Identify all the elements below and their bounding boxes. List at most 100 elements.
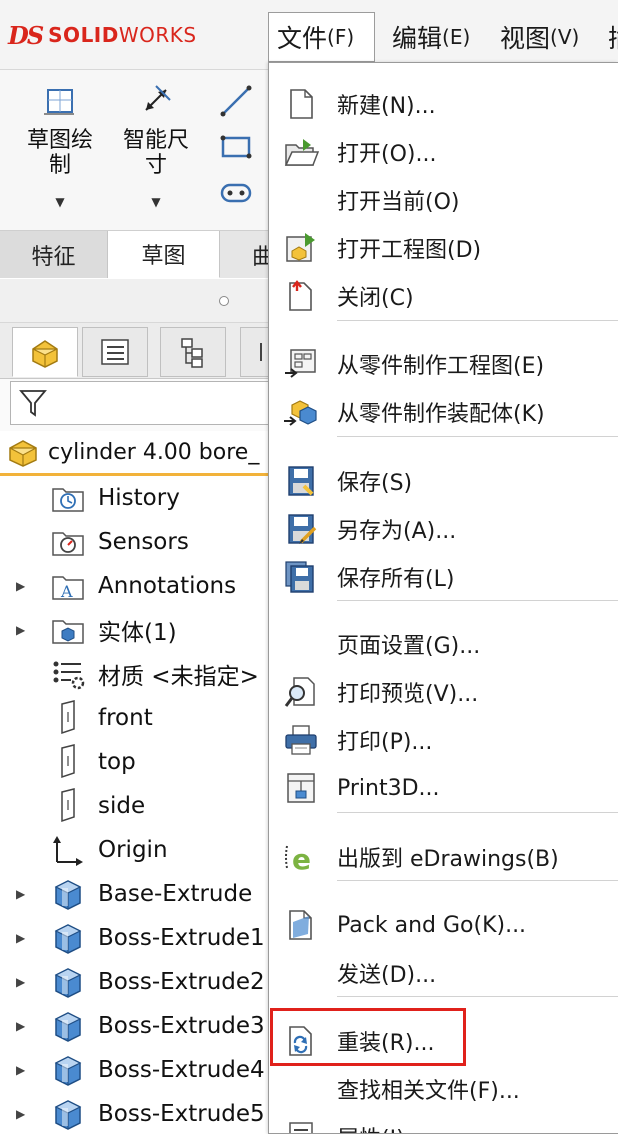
sketch-label: 草图绘 [26, 128, 93, 153]
expand-arrow-icon[interactable]: ▶ [16, 931, 25, 945]
tree-node[interactable]: History [0, 476, 270, 520]
solidworks-logo[interactable]: DS SOLIDWORKS [8, 20, 197, 50]
menu-item-save-all[interactable]: 保存所有(L) [269, 553, 618, 601]
menu-view-accel: (V) [550, 25, 580, 49]
file-dropdown-menu: 新建(N)... 打开(O)... 打开当前(O) 打开工程图(D) 关闭(C) 从零件制… [268, 62, 618, 1134]
origin-icon [50, 832, 86, 868]
menu-item-label: 保存(S) [337, 471, 413, 496]
tree-filter-input[interactable] [10, 381, 272, 425]
menu-item-close-document[interactable]: 关闭(C) [269, 272, 618, 320]
slot-icon[interactable] [214, 170, 258, 216]
save-icon [281, 461, 321, 501]
line-icon[interactable] [214, 78, 258, 124]
menu-item-print-preview[interactable]: 打印预览(V)... [269, 668, 618, 716]
sensors-folder-icon [50, 524, 86, 560]
menu-item-new-document[interactable]: 新建(N)... [269, 80, 618, 128]
menu-item-item-10[interactable]: 页面设置(G)... [269, 620, 618, 668]
tree-node[interactable]: ▶ Boss-Extrude2 [0, 960, 270, 1004]
menu-item-label: 保存所有(L) [337, 567, 455, 592]
featuremanager-icon [32, 340, 58, 368]
sketch-label-2: 制 [48, 153, 71, 178]
tab-configurationmanager[interactable] [160, 327, 226, 377]
sketch-dropdown-icon[interactable]: ▼ [14, 190, 106, 215]
tree-node[interactable]: front [0, 696, 270, 740]
menu-item-label: 打印(P)... [337, 730, 433, 755]
menu-item-label: 从零件制作装配体(K) [337, 402, 545, 427]
reload-highlight-frame [270, 1008, 466, 1066]
tree-node[interactable]: side [0, 784, 270, 828]
make-drawing-icon [281, 344, 321, 384]
tree-node[interactable]: ▶ Boss-Extrude4 [0, 1048, 270, 1092]
tree-node-label: Boss-Extrude2 [98, 969, 265, 995]
rectangle-icon[interactable] [214, 124, 258, 170]
menu-item-save[interactable]: 保存(S) [269, 457, 618, 505]
menu-item-make-drawing[interactable]: 从零件制作工程图(E) [269, 340, 618, 388]
expand-arrow-icon[interactable]: ▶ [16, 887, 25, 901]
expand-arrow-icon[interactable]: ▶ [16, 1063, 25, 1077]
solid-bodies-folder-icon [50, 612, 86, 648]
ds-logo-mark: DS [8, 20, 44, 50]
save-all-icon [281, 557, 321, 597]
tree-node[interactable]: top [0, 740, 270, 784]
printer-icon [281, 720, 321, 760]
tree-node[interactable]: ▶ 实体(1) [0, 608, 270, 652]
smart-dimension-dropdown-icon[interactable]: ▼ [112, 190, 200, 215]
menu-item-printer[interactable]: 打印(P)... [269, 716, 618, 764]
annotations-folder-icon: A [50, 568, 86, 604]
tab-surfaces[interactable]: 曲 [220, 231, 274, 278]
sketch-button[interactable]: 草图绘 制 ▼ [14, 80, 106, 215]
menu-item-make-assembly[interactable]: 从零件制作装配体(K) [269, 388, 618, 436]
tree-node[interactable]: ▶ Base-Extrude [0, 872, 270, 916]
tab-propertymanager[interactable] [82, 327, 148, 377]
smart-dimension-button[interactable]: 智能尺 寸 ▼ [112, 80, 200, 215]
tree-node-label: Base-Extrude [98, 881, 253, 907]
top-bar: DS SOLIDWORKS 文件(F) 编辑(E) 视图(V) 插 [0, 0, 618, 70]
tree-node[interactable]: ▶ A Annotations [0, 564, 270, 608]
tree-root-part[interactable]: cylinder 4.00 bore_ [0, 431, 270, 476]
expand-arrow-icon[interactable]: ▶ [16, 623, 25, 637]
menu-view[interactable]: 视图 (V) [492, 12, 587, 62]
filter-icon [19, 390, 47, 417]
print3d-icon [281, 768, 321, 808]
menu-item-item-18[interactable]: 查找相关文件(F)... [269, 1065, 618, 1113]
menu-item-edrawings[interactable]: e 出版到 eDrawings(B) [269, 833, 618, 881]
menu-item-print3d[interactable]: Print3D... [269, 764, 618, 812]
configurationmanager-icon [181, 338, 203, 368]
panel-splitter[interactable] [0, 279, 270, 323]
menu-item-label: 新建(N)... [337, 94, 436, 119]
tree-root-label: cylinder 4.00 bore_ [48, 439, 260, 465]
tree-node-label: Annotations [98, 573, 237, 599]
expand-arrow-icon[interactable]: ▶ [16, 1107, 25, 1121]
menu-insert[interactable]: 插 [600, 12, 618, 62]
menu-item-open-drawing[interactable]: 打开工程图(D) [269, 224, 618, 272]
menu-file-accel: (F) [327, 25, 355, 49]
menu-edit[interactable]: 编辑 (E) [384, 12, 478, 62]
tree-node[interactable]: ▶ Boss-Extrude5 [0, 1092, 270, 1134]
menu-file-label: 文件 [277, 24, 328, 53]
expand-arrow-icon[interactable]: ▶ [16, 1019, 25, 1033]
menu-item-pack-and-go[interactable]: Pack and Go(K)... [269, 901, 618, 949]
tree-node[interactable]: ▶ Boss-Extrude1 [0, 916, 270, 960]
tab-sketch[interactable]: 草图 [108, 231, 220, 278]
menu-file[interactable]: 文件 (F) [268, 12, 375, 62]
expand-arrow-icon[interactable]: ▶ [16, 579, 25, 593]
plane-icon [50, 788, 86, 824]
menu-item-save-as[interactable]: 另存为(A)... [269, 505, 618, 553]
tree-node[interactable]: Origin [0, 828, 270, 872]
splitter-handle-icon[interactable] [219, 296, 229, 306]
menu-item-item-2[interactable]: 打开当前(O) [269, 176, 618, 224]
menu-item-label: Pack and Go(K)... [337, 912, 527, 938]
menu-item-label: 打开当前(O) [337, 190, 460, 215]
menu-item-open-folder[interactable]: 打开(O)... [269, 128, 618, 176]
menu-separator [337, 600, 618, 601]
tree-node[interactable]: Sensors [0, 520, 270, 564]
tab-features[interactable]: 特征 [0, 231, 108, 278]
menu-item-label: 关闭(C) [337, 286, 414, 311]
menu-item-properties[interactable]: 属性(I)... [269, 1113, 618, 1133]
menu-item-item-16[interactable]: 发送(D)... [269, 949, 618, 997]
smart-dimension-icon [112, 80, 200, 126]
tree-node[interactable]: 材质 <未指定> [0, 652, 270, 696]
tab-featuremanager[interactable] [12, 327, 78, 377]
tree-node[interactable]: ▶ Boss-Extrude3 [0, 1004, 270, 1048]
expand-arrow-icon[interactable]: ▶ [16, 975, 25, 989]
